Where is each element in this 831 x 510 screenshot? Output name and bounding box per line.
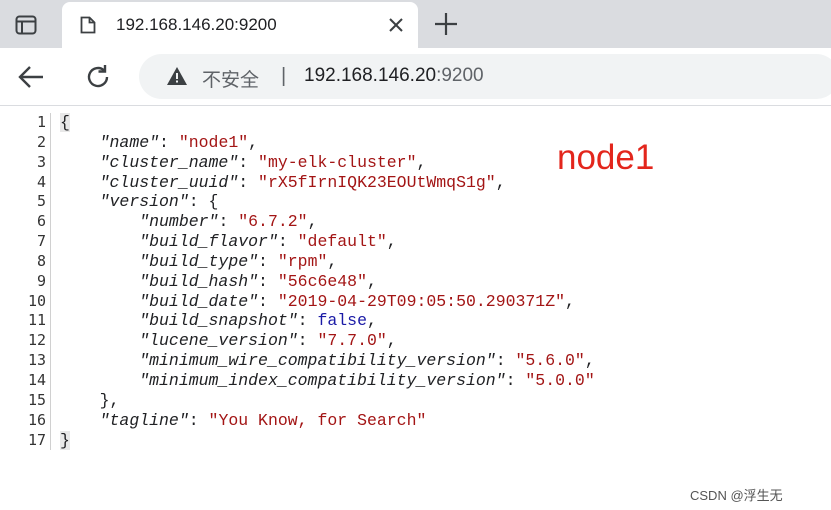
json-key: "cluster_uuid" — [99, 172, 239, 192]
json-key: "tagline" — [99, 410, 189, 430]
security-label[interactable]: 不安全 — [202, 65, 259, 92]
open-brace[interactable]: { — [60, 113, 70, 132]
json-string: "56c6e48" — [277, 271, 367, 291]
json-string: "5.6.0" — [515, 351, 585, 371]
line-number: 10 — [27, 291, 46, 310]
document-icon — [80, 16, 96, 34]
tab-title: 192.168.146.20:9200 — [116, 15, 277, 34]
url-host: 192.168.146.20 — [304, 65, 437, 86]
code-line: "tagline": "You Know, for Search" — [99, 410, 427, 430]
code-line: "number": "6.7.2", — [139, 212, 318, 232]
json-key: "number" — [139, 212, 219, 232]
code-line: "build_flavor": "default", — [139, 232, 397, 252]
browser-tab[interactable]: 192.168.146.20:9200 — [62, 2, 418, 48]
close-icon[interactable] — [388, 17, 404, 33]
browser-toolbar: 不安全 | 192.168.146.20:9200 — [0, 48, 831, 106]
json-string: "2019-04-29T09:05:50.290371Z" — [277, 291, 566, 311]
json-string: "default" — [297, 232, 387, 252]
line-number: 6 — [36, 212, 46, 231]
json-key: "name" — [99, 132, 160, 152]
json-key: "cluster_name" — [99, 152, 239, 172]
json-key: "version" — [99, 192, 189, 212]
tab-actions-icon[interactable] — [10, 11, 42, 39]
plus-icon[interactable] — [433, 11, 459, 37]
page-content: 1 2 3 4 5 6 7 8 9 10 11 12 13 14 15 16 1… — [0, 106, 831, 510]
json-key: "build_flavor" — [139, 232, 278, 252]
code-line: } — [60, 430, 595, 451]
line-number: 14 — [27, 370, 46, 389]
line-number: 15 — [27, 390, 46, 409]
code-line: "build_date": "2019-04-29T09:05:50.29037… — [139, 291, 575, 311]
line-number: 8 — [36, 251, 46, 270]
code-line: "name": "node1", — [99, 132, 259, 152]
line-number: 5 — [36, 192, 46, 211]
close-brace[interactable]: } — [60, 430, 70, 450]
json-key: "minimum_index_compatibility_version" — [139, 370, 506, 390]
json-string: "5.0.0" — [525, 370, 595, 390]
line-number: 1 — [36, 113, 46, 131]
warning-icon[interactable] — [166, 66, 188, 86]
code-line: "build_type": "rpm", — [139, 251, 338, 271]
json-string: "rX5fIrnIQK23EOUtWmqS1g" — [258, 172, 496, 192]
code-line: "version": { — [99, 192, 219, 212]
line-number: 11 — [27, 311, 46, 330]
json-viewer: { "name": "node1", "cluster_name": "my-e… — [60, 113, 595, 450]
back-arrow-icon[interactable] — [16, 62, 46, 92]
json-string: "node1" — [178, 132, 249, 152]
json-key: "lucene_version" — [139, 331, 298, 351]
code-line: "cluster_name": "my-elk-cluster", — [99, 152, 427, 172]
code-line: "minimum_index_compatibility_version": "… — [139, 370, 595, 390]
json-key: "build_snapshot" — [139, 311, 298, 331]
json-string: "You Know, for Search" — [208, 410, 427, 430]
node-annotation: node1 — [557, 138, 655, 177]
line-number: 4 — [36, 172, 46, 191]
line-number: 7 — [36, 232, 46, 251]
line-number: 3 — [36, 152, 46, 171]
line-number-gutter: 1 2 3 4 5 6 7 8 9 10 11 12 13 14 15 16 1… — [0, 113, 51, 451]
line-number: 13 — [27, 351, 46, 370]
line-number: 9 — [36, 271, 46, 290]
json-string: "my-elk-cluster" — [258, 152, 417, 172]
code-line: { — [60, 113, 595, 133]
code-line: "cluster_uuid": "rX5fIrnIQK23EOUtWmqS1g"… — [99, 172, 506, 192]
json-boolean: false — [317, 311, 367, 331]
address-bar[interactable]: 不安全 | 192.168.146.20:9200 — [139, 54, 831, 99]
code-line: "minimum_wire_compatibility_version": "5… — [139, 351, 595, 371]
json-key: "build_date" — [139, 291, 259, 311]
line-number: 12 — [27, 331, 46, 350]
line-number: 17 — [27, 430, 46, 449]
code-line: "build_hash": "56c6e48", — [139, 271, 377, 291]
tab-strip: 192.168.146.20:9200 — [0, 0, 831, 48]
url-port: :9200 — [436, 65, 484, 86]
json-key: "minimum_wire_compatibility_version" — [139, 351, 496, 371]
json-key: "build_type" — [139, 251, 259, 271]
omnibox-separator: | — [281, 65, 287, 87]
code-line: "build_snapshot": false, — [139, 311, 377, 331]
json-string: "rpm" — [277, 251, 328, 271]
code-line: }, — [60, 390, 120, 410]
watermark: CSDN @浮生无 — [690, 488, 783, 503]
code-line: "lucene_version": "7.7.0", — [139, 331, 397, 351]
line-number: 16 — [27, 410, 46, 429]
json-string: "6.7.2" — [238, 212, 308, 232]
json-key: "build_hash" — [139, 271, 259, 291]
url-text[interactable]: 192.168.146.20:9200 — [304, 65, 484, 87]
reload-icon[interactable] — [83, 62, 113, 92]
line-number: 2 — [36, 132, 46, 151]
json-string: "7.7.0" — [317, 331, 387, 351]
